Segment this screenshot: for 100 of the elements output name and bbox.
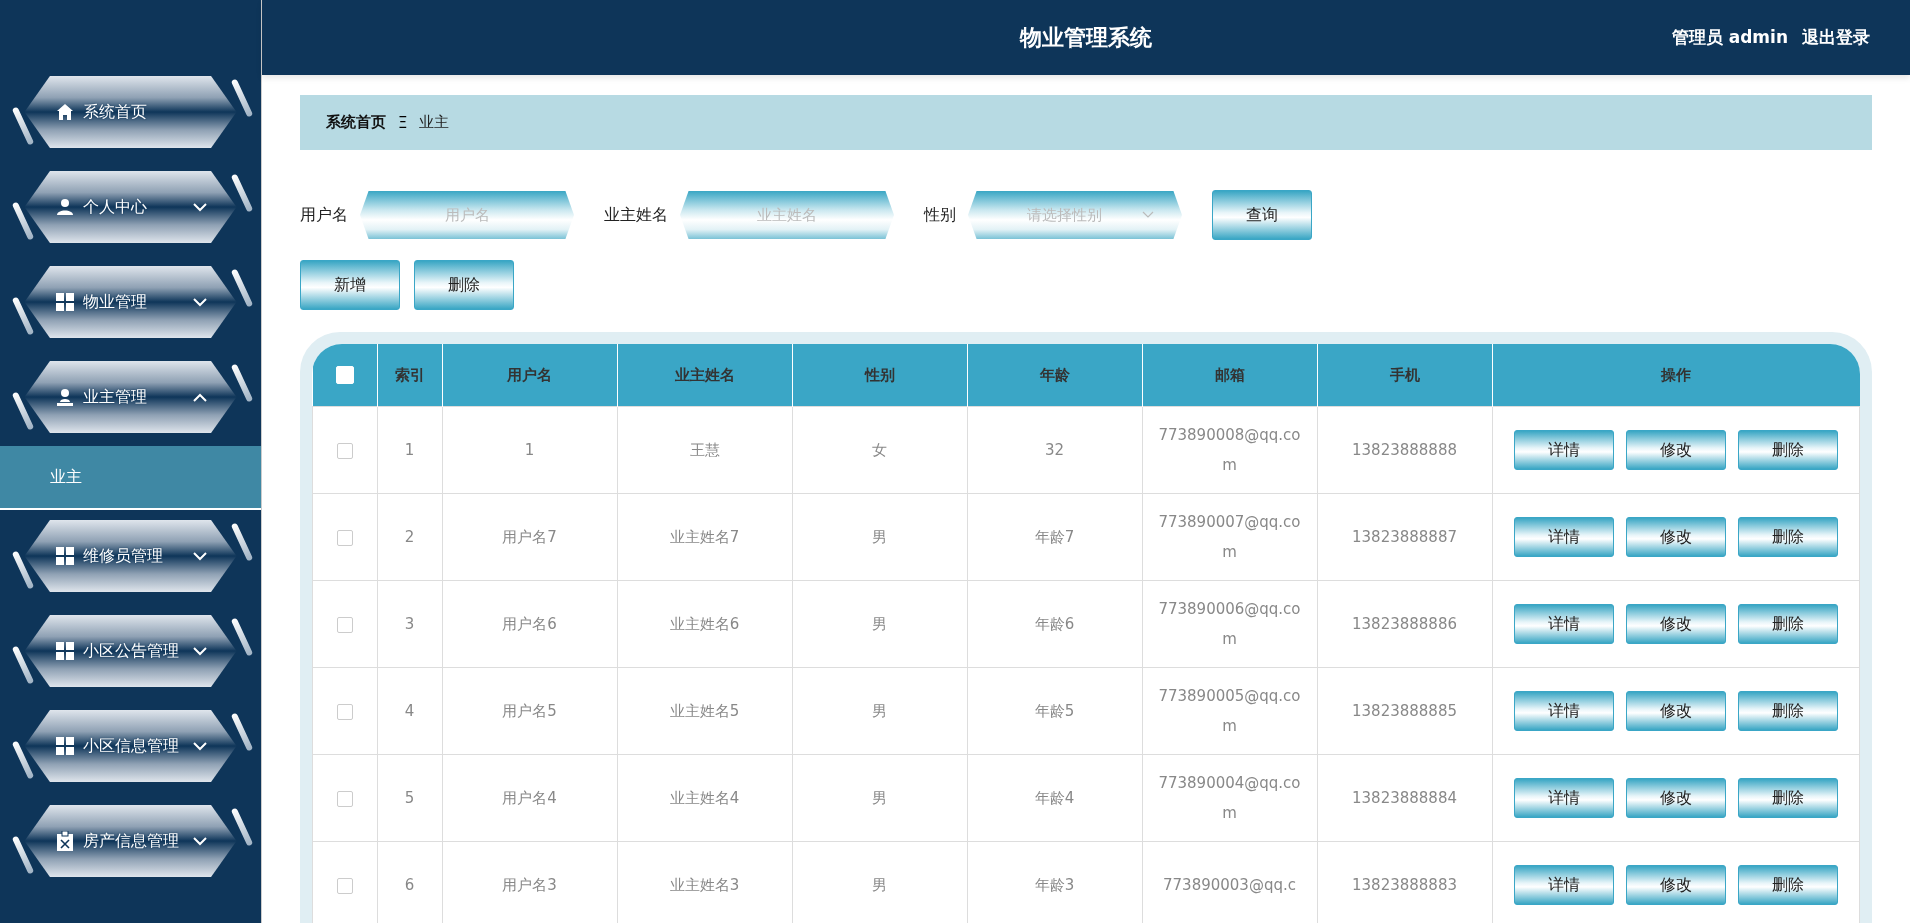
- email-cell: 773890008@qq.com: [1142, 406, 1317, 494]
- delete-button[interactable]: 删除: [1737, 865, 1838, 905]
- logout-link[interactable]: 退出登录: [1802, 26, 1870, 49]
- age-cell: 年龄5: [967, 667, 1142, 755]
- details-button[interactable]: 详情: [1513, 604, 1614, 644]
- field-label: 业主姓名: [604, 204, 668, 226]
- username-cell: 用户名4: [442, 754, 617, 842]
- edit-button[interactable]: 修改: [1625, 604, 1726, 644]
- index-cell: 1: [377, 406, 442, 494]
- details-button[interactable]: 详情: [1513, 430, 1614, 470]
- column-header: 年龄: [967, 344, 1142, 407]
- row-checkbox[interactable]: [336, 616, 353, 633]
- search-field[interactable]: 用户名: [360, 191, 574, 239]
- breadcrumb-separator: Ξ: [398, 113, 408, 132]
- edit-button[interactable]: 修改: [1625, 691, 1726, 731]
- column-header: 性别: [792, 344, 967, 407]
- delete-button[interactable]: 删除: [1737, 691, 1838, 731]
- gender-cell: 男: [792, 667, 967, 755]
- email-cell: 773890004@qq.com: [1142, 754, 1317, 842]
- delete-button[interactable]: 删除: [414, 260, 514, 310]
- owner-name-cell: 业主姓名4: [617, 754, 792, 842]
- grid-icon: [55, 293, 74, 311]
- age-cell: 年龄6: [967, 580, 1142, 668]
- owner-name-cell: 业主姓名5: [617, 667, 792, 755]
- edit-button[interactable]: 修改: [1625, 865, 1726, 905]
- phone-cell: 13823888887: [1317, 493, 1492, 581]
- grid-icon: [55, 737, 74, 755]
- details-button[interactable]: 详情: [1513, 517, 1614, 557]
- field-label: 性别: [924, 204, 956, 226]
- admin-user-label: 管理员 admin: [1671, 26, 1788, 49]
- sidebar-item[interactable]: 小区公告管理: [24, 615, 237, 687]
- grid-icon: [55, 547, 74, 565]
- sidebar-item[interactable]: 房产信息管理: [24, 805, 237, 877]
- phone-cell: 13823888886: [1317, 580, 1492, 668]
- details-button[interactable]: 详情: [1513, 691, 1614, 731]
- sidebar-item[interactable]: 小区信息管理: [24, 710, 237, 782]
- user-icon: [55, 198, 74, 216]
- search-field[interactable]: 业主姓名: [680, 191, 894, 239]
- chevron-down-icon: [1141, 211, 1154, 219]
- index-cell: 5: [377, 754, 442, 842]
- gender-cell: 男: [792, 580, 967, 668]
- select-all-checkbox[interactable]: [335, 366, 354, 385]
- submenu-item[interactable]: 业主: [0, 446, 261, 510]
- index-cell: 2: [377, 493, 442, 581]
- field-label: 用户名: [300, 204, 348, 226]
- row-checkbox[interactable]: [336, 877, 353, 894]
- username-cell: 用户名6: [442, 580, 617, 668]
- column-header: 用户名: [442, 344, 617, 407]
- phone-cell: 13823888884: [1317, 754, 1492, 842]
- phone-cell: 13823888888: [1317, 406, 1492, 494]
- row-checkbox[interactable]: [336, 529, 353, 546]
- owner-name-cell: 业主姓名6: [617, 580, 792, 668]
- delete-button[interactable]: 删除: [1737, 430, 1838, 470]
- breadcrumb-home-link[interactable]: 系统首页: [326, 113, 386, 132]
- delete-button[interactable]: 删除: [1737, 778, 1838, 818]
- sidebar-item[interactable]: 维修员管理: [24, 520, 237, 592]
- column-header: 索引: [377, 344, 442, 407]
- gender-cell: 女: [792, 406, 967, 494]
- email-cell: 773890006@qq.com: [1142, 580, 1317, 668]
- add-button[interactable]: 新增: [300, 260, 400, 310]
- column-header: 邮箱: [1142, 344, 1317, 407]
- column-header: 业主姓名: [617, 344, 792, 407]
- gender-cell: 男: [792, 754, 967, 842]
- column-header: 手机: [1317, 344, 1492, 407]
- row-checkbox[interactable]: [336, 703, 353, 720]
- sidebar-item[interactable]: 物业管理: [24, 266, 237, 338]
- details-button[interactable]: 详情: [1513, 865, 1614, 905]
- delete-button[interactable]: 删除: [1737, 517, 1838, 557]
- phone-cell: 13823888885: [1317, 667, 1492, 755]
- sidebar-item[interactable]: 个人中心: [24, 171, 237, 243]
- age-cell: 32: [967, 406, 1142, 494]
- column-header: 操作: [1492, 344, 1860, 407]
- row-checkbox[interactable]: [336, 790, 353, 807]
- owner-name-cell: 王慧: [617, 406, 792, 494]
- grid-icon: [55, 642, 74, 660]
- clipboard-icon: [55, 831, 74, 851]
- edit-button[interactable]: 修改: [1625, 778, 1726, 818]
- app-title: 物业管理系统: [1020, 23, 1152, 52]
- owner-name-cell: 业主姓名7: [617, 493, 792, 581]
- stamp-icon: [55, 388, 74, 406]
- home-icon: [55, 103, 74, 121]
- delete-button[interactable]: 删除: [1737, 604, 1838, 644]
- index-cell: 4: [377, 667, 442, 755]
- email-cell: 773890005@qq.com: [1142, 667, 1317, 755]
- gender-cell: 男: [792, 493, 967, 581]
- username-cell: 用户名7: [442, 493, 617, 581]
- breadcrumb-current: 业主: [419, 113, 450, 132]
- sidebar-item[interactable]: 业主管理: [24, 361, 237, 433]
- username-cell: 用户名5: [442, 667, 617, 755]
- query-button[interactable]: 查询: [1212, 190, 1312, 240]
- edit-button[interactable]: 修改: [1625, 517, 1726, 557]
- details-button[interactable]: 详情: [1513, 778, 1614, 818]
- username-cell: 1: [442, 406, 617, 494]
- sidebar-item[interactable]: 系统首页: [24, 76, 237, 148]
- age-cell: 年龄4: [967, 754, 1142, 842]
- email-cell: 773890007@qq.com: [1142, 493, 1317, 581]
- age-cell: 年龄7: [967, 493, 1142, 581]
- index-cell: 3: [377, 580, 442, 668]
- row-checkbox[interactable]: [336, 442, 353, 459]
- edit-button[interactable]: 修改: [1625, 430, 1726, 470]
